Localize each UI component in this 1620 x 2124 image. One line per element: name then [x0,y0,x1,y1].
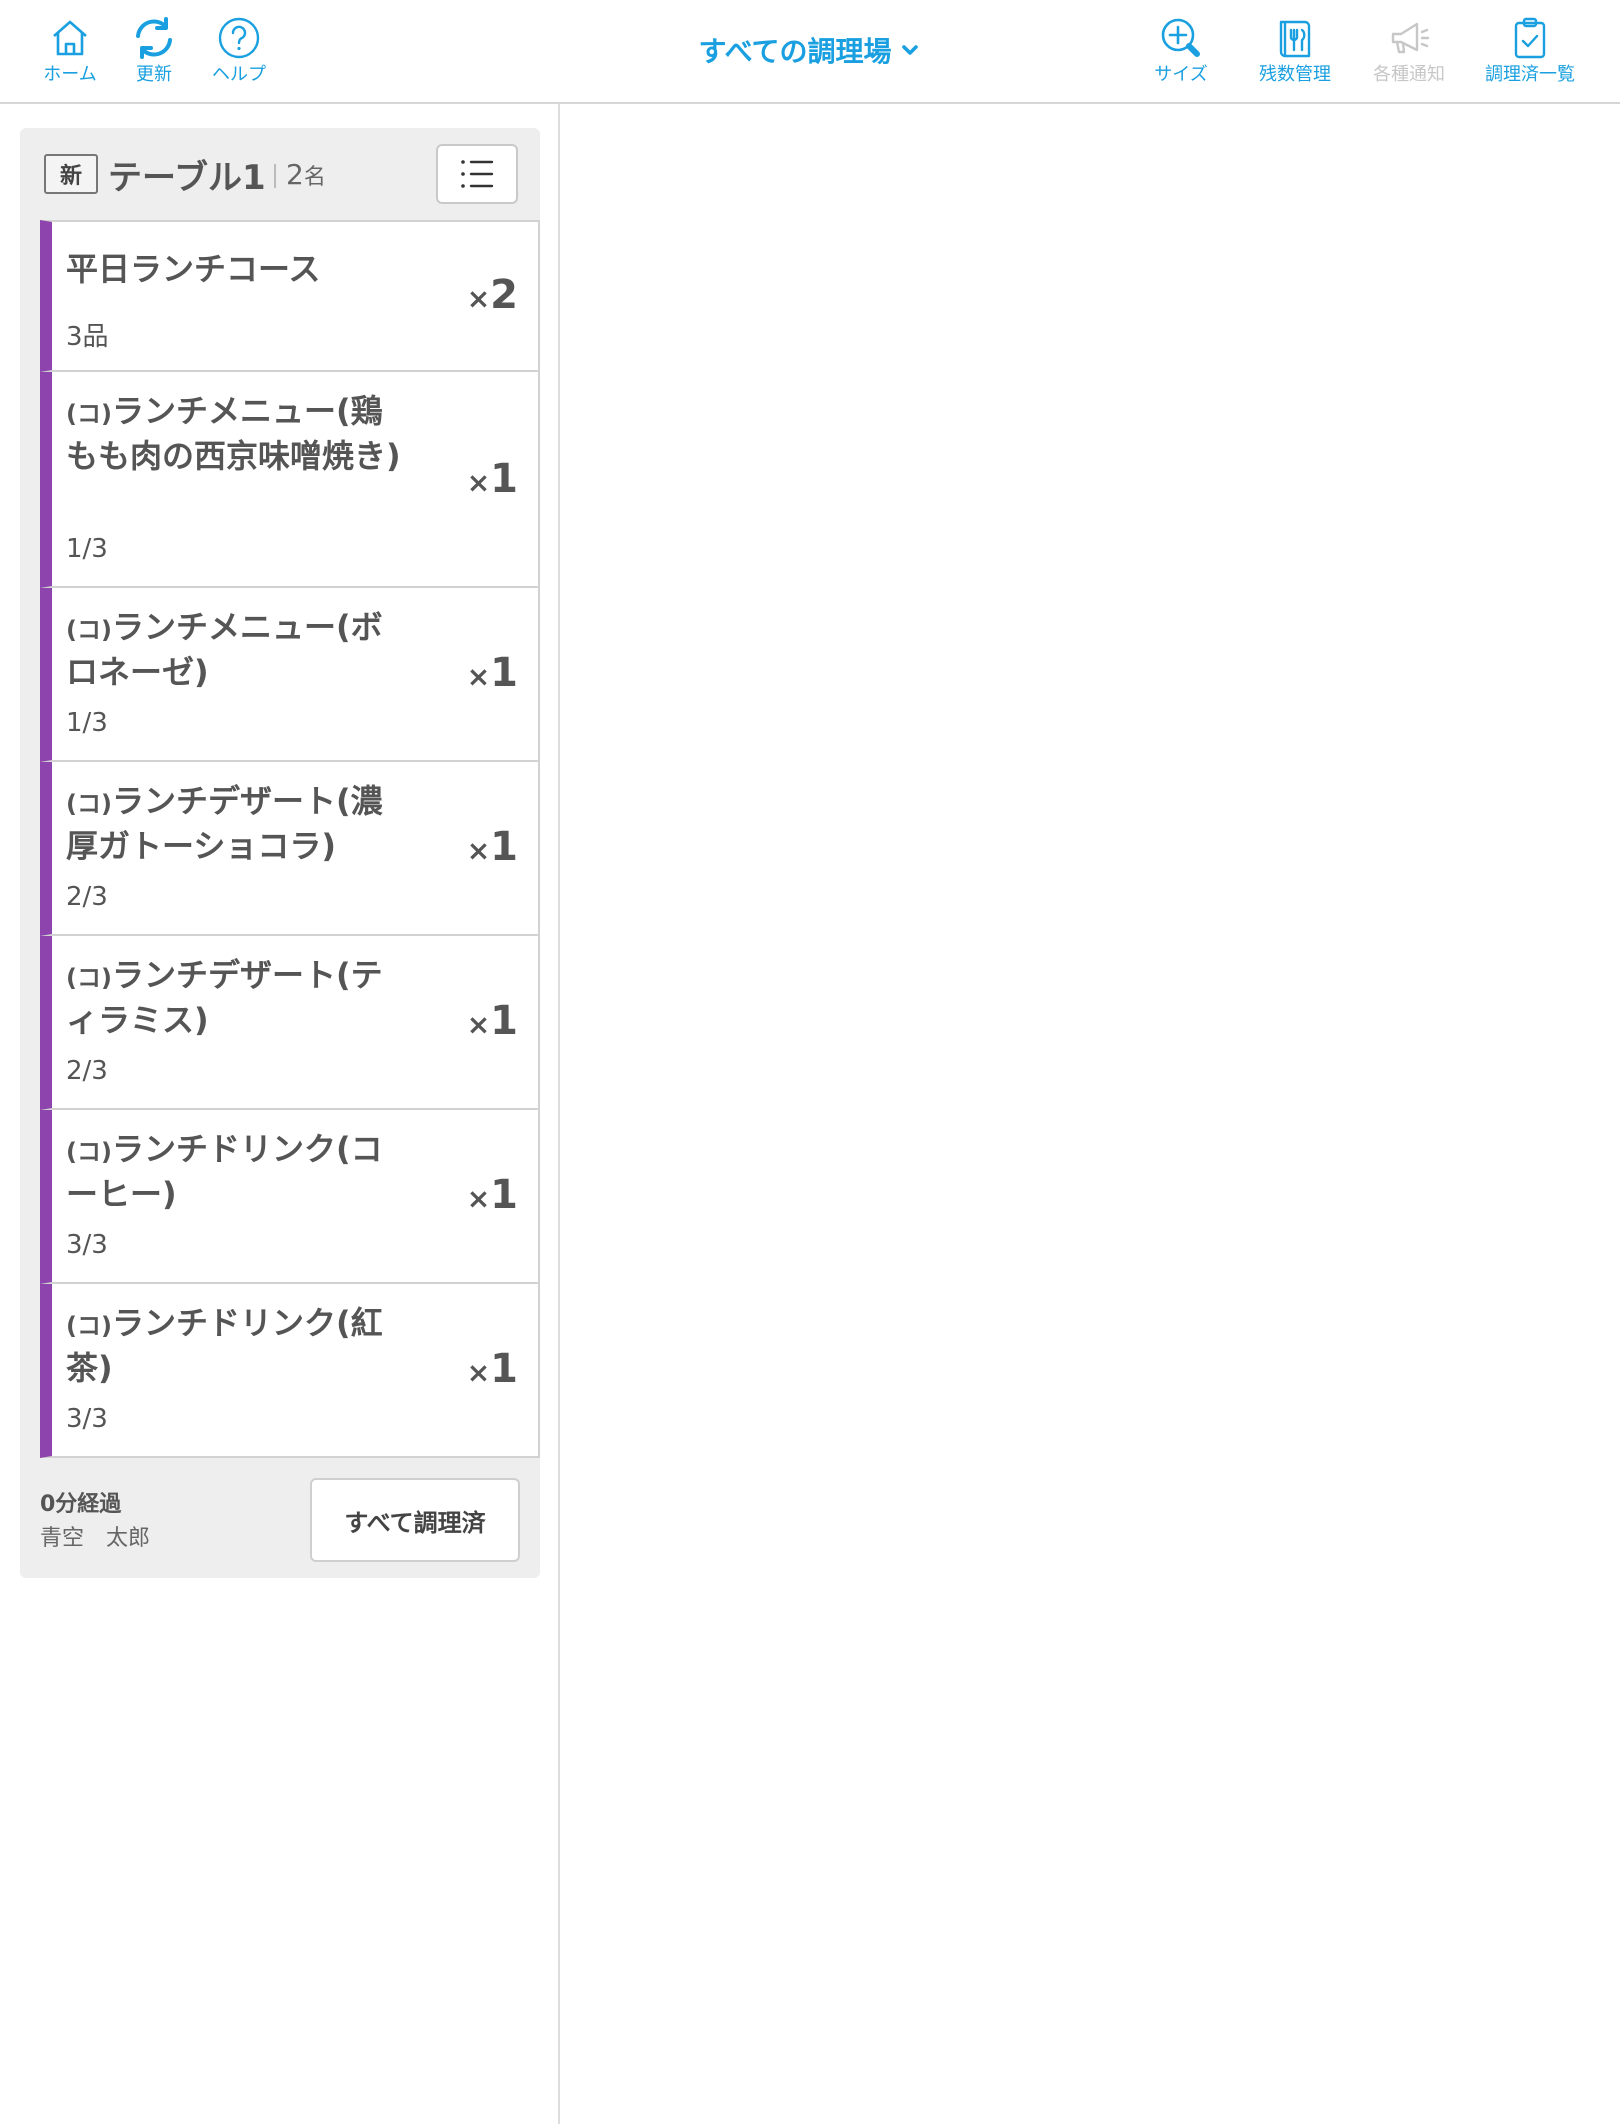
zoom-in-icon [1161,18,1200,57]
item-name: (コ)ランチデザート(濃厚ガトーショコラ) [66,782,383,865]
help-label: ヘルプ [212,64,266,85]
table-name: テーブル1 [108,158,266,198]
chevron-down-icon [902,45,919,55]
item-quantity-mark: × [466,282,491,315]
item-course-step: 1/3 [66,708,108,738]
item-course-step: 3/3 [66,1230,108,1260]
order-item[interactable]: (コ)ランチデザート(濃厚ガトーショコラ) 2/3 ×1 [40,762,540,936]
cooked-list-button[interactable]: 調理済一覧 [1478,14,1582,94]
cooked-list-label: 調理済一覧 [1485,64,1575,85]
help-icon [218,17,260,59]
item-name: 平日ランチコース [66,250,321,288]
item-course-step: 2/3 [66,1056,108,1086]
guest-count-unit: 名 [303,165,326,190]
item-quantity-value: 2 [490,272,518,318]
item-quantity: ×1 [467,824,518,870]
staff-name: 青空 太郎 [40,1526,151,1551]
item-name: (コ)ランチドリンク(紅茶) [66,1304,383,1387]
refresh-icon [136,17,172,59]
guest-count-number: 2 [286,158,304,191]
station-selector-label: すべての調理場 [698,35,892,68]
order-item[interactable]: (コ)ランチデザート(ティラミス) 2/3 ×1 [40,936,540,1110]
item-quantity: ×1 [467,456,518,502]
order-item[interactable]: (コ)ランチメニュー(鶏もも肉の西京味噌焼き) 1/3 ×1 [40,372,540,588]
ticket-header: 新 テーブル1 2名 [20,128,540,220]
complete-all-button[interactable]: すべて調理済 [310,1478,520,1562]
clipboard-check-icon [1514,17,1546,59]
notifications-button: 各種通知 [1366,14,1452,94]
item-name: (コ)ランチデザート(ティラミス) [66,956,383,1039]
column-divider [558,104,560,2124]
home-button[interactable]: ホーム [38,14,102,94]
ticket-menu-button[interactable] [436,144,518,204]
item-quantity: ×1 [467,1172,518,1218]
home-label: ホーム [43,64,97,85]
item-quantity-value: 1 [490,650,518,696]
order-items-list: 平日ランチコース 3品 ×2 (コ)ランチメニュー(鶏もも肉の西京味噌焼き) 1… [40,220,540,1458]
item-quantity-value: 1 [490,1346,518,1392]
stock-management-label: 残数管理 [1259,64,1331,85]
station-selector[interactable]: すべての調理場 [699,30,922,70]
size-button[interactable]: サイズ [1148,14,1214,94]
item-quantity-mark: × [466,834,491,867]
item-quantity-value: 1 [490,998,518,1044]
refresh-button[interactable]: 更新 [126,14,182,94]
item-quantity-mark: × [466,1356,491,1389]
item-quantity-value: 1 [490,456,518,502]
item-course-step: 2/3 [66,882,108,912]
new-badge: 新 [44,154,98,194]
megaphone-icon [1391,22,1430,54]
order-item[interactable]: (コ)ランチメニュー(ボロネーゼ) 1/3 ×1 [40,588,540,762]
top-toolbar: ホーム 更新 ヘルプ すべての調理場 サイズ 残数管理 各種通知 調理済一覧 [0,0,1620,104]
item-quantity: ×2 [467,272,518,318]
home-icon [53,20,87,56]
order-item[interactable]: 平日ランチコース 3品 ×2 [40,220,540,372]
order-item[interactable]: (コ)ランチドリンク(コーヒー) 3/3 ×1 [40,1110,540,1284]
list-icon [461,160,494,188]
stock-management-button[interactable]: 残数管理 [1252,14,1338,94]
help-button[interactable]: ヘルプ [206,14,272,94]
item-quantity-value: 1 [490,1172,518,1218]
notifications-label: 各種通知 [1373,64,1445,85]
header-separator [274,164,276,188]
item-name: (コ)ランチドリンク(コーヒー) [66,1130,383,1213]
item-name: (コ)ランチメニュー(ボロネーゼ) [66,608,383,691]
item-quantity: ×1 [467,998,518,1044]
order-item[interactable]: (コ)ランチドリンク(紅茶) 3/3 ×1 [40,1284,540,1458]
elapsed-time: 0分経過 [40,1492,122,1517]
item-quantity-mark: × [466,1008,491,1041]
item-quantity-value: 1 [490,824,518,870]
size-label: サイズ [1154,64,1208,85]
item-quantity-mark: × [466,466,491,499]
item-course-step: 1/3 [66,534,108,564]
order-ticket: 新 テーブル1 2名 平日ランチコース 3品 ×2 (コ)ランチメニュー(鶏もも… [20,128,540,1578]
item-count: 3品 [66,322,109,352]
item-course-step: 3/3 [66,1404,108,1434]
item-name: (コ)ランチメニュー(鶏もも肉の西京味噌焼き) [66,392,401,475]
item-quantity-mark: × [466,1182,491,1215]
item-quantity: ×1 [467,1346,518,1392]
item-quantity: ×1 [467,650,518,696]
menu-book-icon [1279,20,1311,58]
refresh-label: 更新 [136,64,172,85]
guest-count: 2名 [286,158,326,191]
item-quantity-mark: × [466,660,491,693]
